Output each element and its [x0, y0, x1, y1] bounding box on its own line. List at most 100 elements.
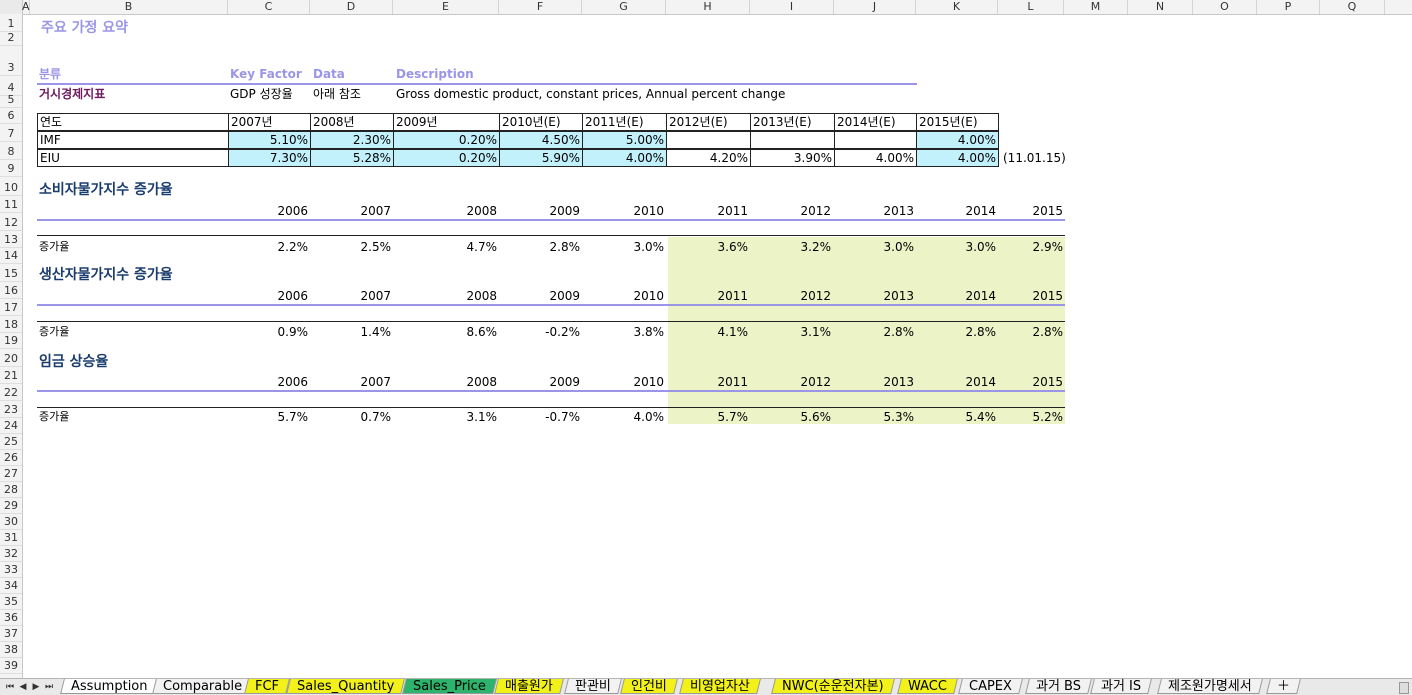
- sheet-tab-14[interactable]: 제조원가명세서: [1157, 679, 1263, 694]
- section-2-year-6[interactable]: 2012: [771, 374, 831, 390]
- row-header-3[interactable]: 3: [0, 60, 22, 76]
- column-header-m[interactable]: M: [1064, 0, 1128, 14]
- section-2-value-0[interactable]: 5.7%: [248, 409, 309, 425]
- section-0-year-8[interactable]: 2014: [936, 203, 996, 219]
- section-1-year-1[interactable]: 2007: [331, 288, 391, 304]
- section-0-value-1[interactable]: 2.5%: [331, 239, 392, 255]
- section-0-year-5[interactable]: 2011: [688, 203, 748, 219]
- section-0-value-3[interactable]: 2.8%: [520, 239, 581, 255]
- section-0-year-3[interactable]: 2009: [520, 203, 580, 219]
- row-header-18[interactable]: 18: [0, 317, 22, 333]
- column-header-i[interactable]: I: [750, 0, 834, 14]
- row-header-17[interactable]: 17: [0, 300, 22, 316]
- section-2-year-0[interactable]: 2006: [248, 374, 308, 390]
- row-header-26[interactable]: 26: [0, 450, 22, 466]
- column-header-j[interactable]: J: [834, 0, 916, 14]
- column-header-n[interactable]: N: [1128, 0, 1193, 14]
- column-header-k[interactable]: K: [916, 0, 998, 14]
- eiu-value-0[interactable]: 7.30%: [228, 149, 311, 167]
- row-header-38[interactable]: 38: [0, 642, 22, 658]
- sheet-tab-3[interactable]: Sales_Quantity: [286, 679, 406, 694]
- gdp-header-label[interactable]: 연도: [37, 113, 229, 131]
- imf-value-3[interactable]: 4.50%: [499, 131, 583, 149]
- prev-sheet-icon[interactable]: ◀: [17, 679, 29, 695]
- row-header-37[interactable]: 37: [0, 626, 22, 642]
- sheet-tab-8[interactable]: 비영업자산: [679, 679, 761, 694]
- row-header-27[interactable]: 27: [0, 466, 22, 482]
- row-header-19[interactable]: 19: [0, 333, 22, 349]
- section-0-year-7[interactable]: 2013: [854, 203, 914, 219]
- column-header-c[interactable]: C: [228, 0, 310, 14]
- sheet-grid[interactable]: 주요 가정 요약 분류 Key Factor Data Description …: [23, 15, 1412, 679]
- gdp-year-8[interactable]: 2015년(E): [916, 113, 999, 131]
- section-1-year-6[interactable]: 2012: [771, 288, 831, 304]
- eiu-label[interactable]: EIU: [37, 149, 229, 167]
- section-2-year-9[interactable]: 2015: [1003, 374, 1063, 390]
- column-header-q[interactable]: Q: [1320, 0, 1385, 14]
- row-header-24[interactable]: 24: [0, 418, 22, 434]
- section-2-row-label[interactable]: 증가율: [39, 409, 69, 425]
- section-0-value-9[interactable]: 2.9%: [1003, 239, 1064, 255]
- section-1-year-0[interactable]: 2006: [248, 288, 308, 304]
- sheet-tab-7[interactable]: 인건비: [620, 679, 678, 694]
- row-header-9[interactable]: 9: [0, 161, 22, 177]
- section-2-year-3[interactable]: 2009: [520, 374, 580, 390]
- section-2-value-4[interactable]: 4.0%: [604, 409, 665, 425]
- section-2-year-8[interactable]: 2014: [936, 374, 996, 390]
- section-1-row-label[interactable]: 증가율: [39, 324, 69, 340]
- row-header-15[interactable]: 15: [0, 266, 22, 282]
- eiu-value-6[interactable]: 3.90%: [750, 149, 835, 167]
- section-2-value-1[interactable]: 0.7%: [331, 409, 392, 425]
- eiu-value-7[interactable]: 4.00%: [834, 149, 917, 167]
- imf-value-5[interactable]: [666, 131, 751, 149]
- section-0-value-5[interactable]: 3.6%: [688, 239, 749, 255]
- section-2-value-7[interactable]: 5.3%: [854, 409, 915, 425]
- column-header-a[interactable]: A: [22, 0, 30, 14]
- gdp-year-5[interactable]: 2012년(E): [666, 113, 751, 131]
- column-header-d[interactable]: D: [310, 0, 393, 14]
- sheet-tab-0[interactable]: Assumption: [60, 679, 159, 694]
- section-0-value-2[interactable]: 4.7%: [437, 239, 498, 255]
- gdp-year-2[interactable]: 2009년: [393, 113, 500, 131]
- row-header-30[interactable]: 30: [0, 514, 22, 530]
- row-header-16[interactable]: 16: [0, 283, 22, 299]
- section-1-value-9[interactable]: 2.8%: [1003, 324, 1064, 340]
- section-1-year-2[interactable]: 2008: [437, 288, 497, 304]
- section-1-value-2[interactable]: 8.6%: [437, 324, 498, 340]
- imf-value-0[interactable]: 5.10%: [228, 131, 311, 149]
- row-header-23[interactable]: 23: [0, 402, 22, 418]
- column-header-h[interactable]: H: [666, 0, 750, 14]
- row-header-8[interactable]: 8: [0, 144, 22, 160]
- gdp-year-1[interactable]: 2008년: [310, 113, 394, 131]
- section-0-year-1[interactable]: 2007: [331, 203, 391, 219]
- imf-value-7[interactable]: [834, 131, 917, 149]
- sheet-tab-11[interactable]: CAPEX: [958, 679, 1023, 694]
- column-header-f[interactable]: F: [499, 0, 582, 14]
- sheet-tab-13[interactable]: 과거 IS: [1090, 679, 1153, 694]
- gdp-year-0[interactable]: 2007년: [228, 113, 311, 131]
- imf-value-8[interactable]: 4.00%: [916, 131, 999, 149]
- column-header-p[interactable]: P: [1257, 0, 1320, 14]
- gdp-year-6[interactable]: 2013년(E): [750, 113, 835, 131]
- imf-value-4[interactable]: 5.00%: [582, 131, 667, 149]
- section-0-value-4[interactable]: 3.0%: [604, 239, 665, 255]
- row-header-28[interactable]: 28: [0, 482, 22, 498]
- section-0-value-8[interactable]: 3.0%: [936, 239, 997, 255]
- row-header-35[interactable]: 35: [0, 594, 22, 610]
- section-2-value-9[interactable]: 5.2%: [1003, 409, 1064, 425]
- section-0-value-0[interactable]: 2.2%: [248, 239, 309, 255]
- eiu-value-4[interactable]: 4.00%: [582, 149, 667, 167]
- section-1-value-4[interactable]: 3.8%: [604, 324, 665, 340]
- row-header-31[interactable]: 31: [0, 530, 22, 546]
- eiu-note[interactable]: (11.01.15): [1003, 150, 1066, 166]
- row-header-20[interactable]: 20: [0, 351, 22, 367]
- section-2-value-2[interactable]: 3.1%: [437, 409, 498, 425]
- section-1-value-5[interactable]: 4.1%: [688, 324, 749, 340]
- column-header-g[interactable]: G: [582, 0, 666, 14]
- split-handle[interactable]: [1399, 682, 1409, 694]
- eiu-value-2[interactable]: 0.20%: [393, 149, 500, 167]
- row-header-14[interactable]: 14: [0, 248, 22, 264]
- row-header-36[interactable]: 36: [0, 610, 22, 626]
- section-1-value-3[interactable]: -0.2%: [520, 324, 580, 340]
- key-factor-gdp[interactable]: GDP 성장율: [230, 86, 293, 102]
